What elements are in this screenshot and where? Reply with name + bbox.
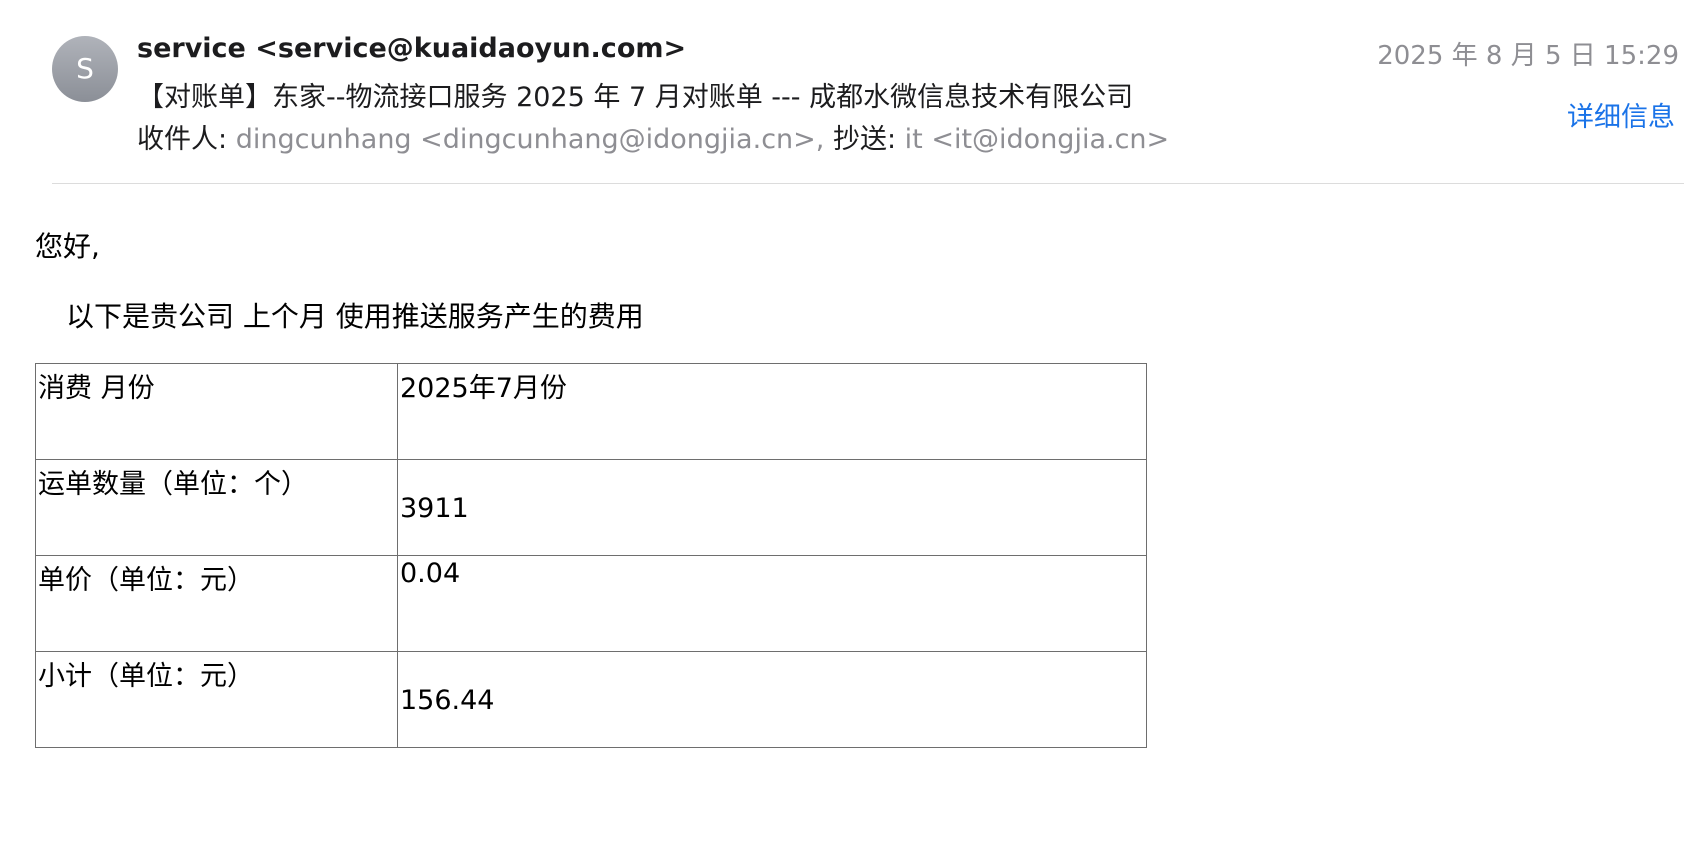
- to-recipient[interactable]: dingcunhang <dingcunhang@idongjia.cn>,: [236, 124, 825, 155]
- sender-avatar[interactable]: S: [52, 36, 118, 102]
- email-datetime: 2025 年 8 月 5 日 15:29: [1377, 41, 1679, 71]
- cc-recipient[interactable]: it <it@idongjia.cn>: [905, 124, 1170, 155]
- details-link[interactable]: 详细信息: [1567, 95, 1675, 134]
- email-subject: 【对账单】东家--物流接口服务 2025 年 7 月对账单 --- 成都水微信息…: [137, 82, 1134, 113]
- email-view: S service <service@kuaidaoyun.com> 【对账单】…: [0, 0, 1690, 858]
- table-cell-value: 156.44: [397, 651, 1147, 748]
- table-cell-label: 小计（单位：元）: [35, 651, 398, 748]
- table-cell-label: 运单数量（单位：个）: [35, 459, 398, 556]
- table-row: 消费 月份 2025年7月份: [35, 363, 1147, 460]
- intro-text: 以下是贵公司 上个月 使用推送服务产生的费用: [66, 300, 644, 333]
- table-cell-value: 0.04: [397, 555, 1147, 652]
- header-divider: [52, 183, 1684, 184]
- email-header: S service <service@kuaidaoyun.com> 【对账单】…: [0, 0, 1690, 184]
- table-cell-label: 单价（单位：元）: [35, 555, 398, 652]
- to-label: 收件人:: [137, 124, 228, 155]
- sender-name[interactable]: service <service@kuaidaoyun.com>: [137, 33, 686, 64]
- greeting-text: 您好,: [35, 230, 100, 263]
- table-cell-value: 3911: [397, 459, 1147, 556]
- table-cell-value: 2025年7月份: [397, 363, 1147, 460]
- billing-table: 消费 月份 2025年7月份 运单数量（单位：个） 3911 单价（单位：元） …: [35, 363, 1147, 748]
- table-row: 运单数量（单位：个） 3911: [35, 459, 1147, 556]
- table-cell-label: 消费 月份: [35, 363, 398, 460]
- table-row: 单价（单位：元） 0.04: [35, 555, 1147, 652]
- recipients-line: 收件人: dingcunhang <dingcunhang@idongjia.c…: [137, 117, 1169, 156]
- table-row: 小计（单位：元） 156.44: [35, 651, 1147, 748]
- cc-label: 抄送:: [832, 124, 897, 155]
